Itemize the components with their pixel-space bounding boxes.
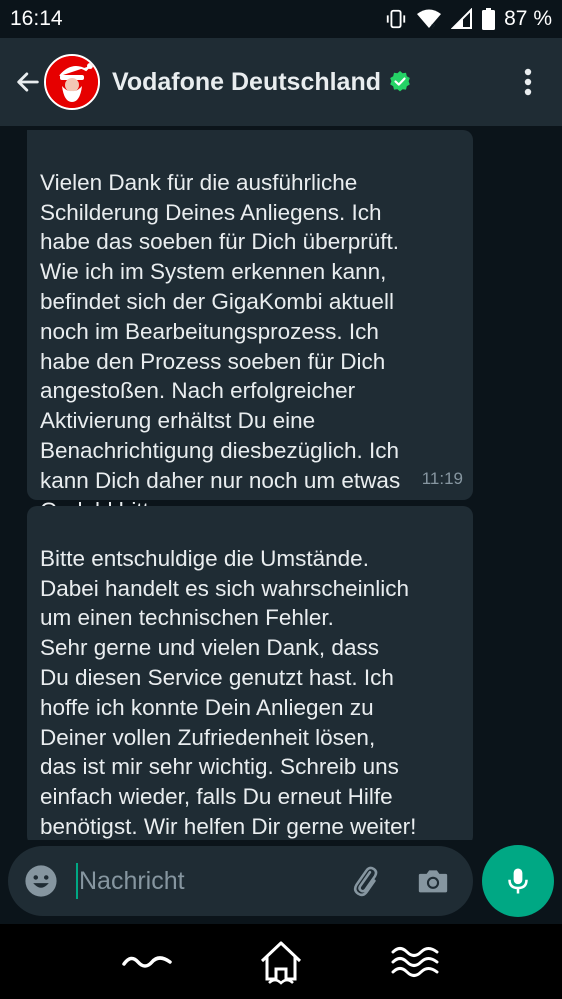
camera-button[interactable] [413,861,453,901]
nav-back-button[interactable] [117,934,177,989]
wifi-icon: ? [416,8,442,30]
nav-recents-button[interactable] [385,934,445,989]
message-placeholder: Nachricht [79,866,185,895]
home-icon [260,941,302,985]
signal-icon [451,8,473,30]
more-options-button[interactable] [508,57,548,107]
message-text: Vielen Dank für die ausführliche Schilde… [40,169,401,523]
svg-text:?: ? [431,24,435,30]
status-icons: ? 87 % [385,7,552,31]
status-time: 16:14 [10,7,63,30]
vibrate-icon [385,8,407,30]
wave-icon [122,955,172,968]
text-caret [76,863,78,899]
arrow-left-icon [17,72,39,92]
message-input[interactable]: Nachricht [76,859,345,903]
contact-title[interactable]: Vodafone Deutschland [112,68,508,97]
emoji-icon[interactable] [24,864,58,898]
microphone-icon [508,868,528,894]
battery-icon [482,8,496,30]
waves-icon [391,946,439,977]
nav-home-button[interactable] [251,934,311,989]
verified-badge-icon [390,71,410,92]
battery-percent: 87 % [504,7,552,30]
system-nav-bar [0,924,562,999]
message-time: 11:19 [421,469,463,489]
message-composer: Nachricht [8,846,473,916]
paperclip-icon [353,866,378,897]
more-vertical-icon [524,68,532,96]
voice-record-button[interactable] [482,845,554,917]
status-bar: 16:14 ? 87 % [0,0,562,38]
camera-icon [418,870,448,893]
message-text: Bitte entschuldige die Umstände. Dabei h… [40,545,417,839]
chat-area[interactable]: Vielen Dank für die ausführliche Schilde… [0,126,562,840]
contact-name: Vodafone Deutschland [112,67,382,96]
attach-button[interactable] [345,861,385,901]
avatar[interactable] [44,54,100,110]
santa-icon [46,56,98,108]
message-bubble[interactable]: Vielen Dank für die ausführliche Schilde… [27,130,473,523]
chat-header: Vodafone Deutschland [0,38,562,126]
message-bubble[interactable]: Bitte entschuldige die Umstände. Dabei h… [27,506,473,840]
